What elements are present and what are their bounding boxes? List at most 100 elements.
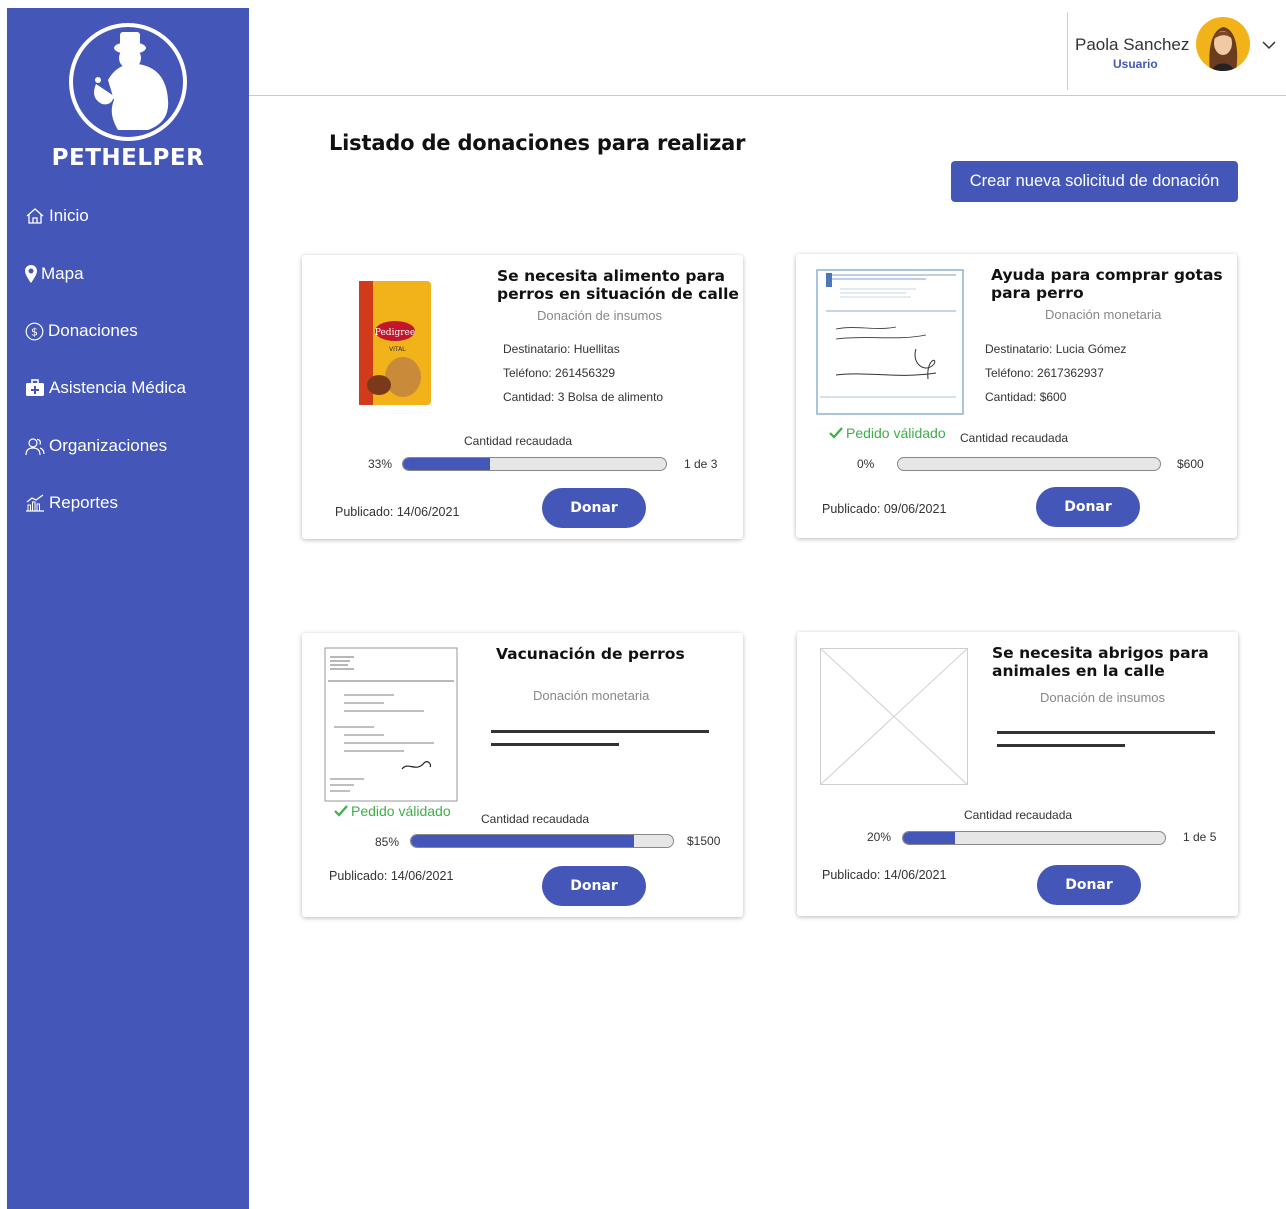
create-donation-request-button[interactable]: Crear nueva solicitud de donación	[951, 161, 1238, 202]
users-icon	[25, 437, 45, 455]
user-role: Usuario	[1113, 57, 1158, 71]
brand-name: PETHELPER	[51, 145, 205, 171]
card-title-line: perros en situación de calle	[497, 285, 739, 303]
sidebar-item-reportes[interactable]: Reportes	[25, 493, 118, 513]
placeholder-line	[491, 730, 709, 733]
map-pin-icon	[25, 265, 37, 283]
card-title-line: Se necesita alimento para	[497, 267, 726, 285]
sidebar-item-asistencia-medica[interactable]: Asistencia Médica	[25, 378, 186, 398]
top-bar: Paola Sanchez Usuario	[249, 8, 1286, 96]
donation-type: Donación de insumos	[537, 308, 663, 323]
card-title-line: animales en la calle	[992, 662, 1165, 680]
progress-goal: $600	[1177, 457, 1204, 471]
donation-card: Pedigree VITAL Se necesita alimento para…	[302, 255, 743, 539]
validated-badge: Pedido válidado	[829, 425, 946, 441]
card-title-line: Se necesita abrigos para	[992, 644, 1209, 662]
progress-percent: 20%	[867, 830, 892, 844]
check-icon	[829, 427, 843, 439]
sidebar-item-organizaciones[interactable]: Organizaciones	[25, 436, 167, 456]
check-icon	[334, 805, 348, 817]
sidebar-item-label: Organizaciones	[49, 436, 168, 455]
svg-text:Pedigree: Pedigree	[375, 328, 415, 338]
recipient: Destinatario: Huellitas	[503, 342, 620, 356]
donate-button[interactable]: Donar	[1036, 487, 1140, 527]
page-title: Listado de donaciones para realizar	[329, 131, 746, 155]
divider	[1067, 12, 1068, 90]
card-title: Vacunación de perros	[496, 645, 685, 663]
donation-card: Se necesita abrigos para animales en la …	[797, 632, 1238, 916]
progress-bar	[902, 831, 1166, 845]
sidebar: PETHELPER Inicio Mapa $ Donaciones Asist…	[7, 8, 249, 1209]
donate-button[interactable]: Donar	[542, 866, 646, 906]
raised-label: Cantidad recaudada	[464, 434, 573, 448]
donate-button[interactable]: Donar	[1037, 865, 1141, 905]
progress-fill	[903, 832, 956, 844]
user-photo-icon	[1209, 27, 1238, 71]
donation-type: Donación de insumos	[1040, 690, 1166, 705]
progress-bar	[402, 457, 667, 471]
sidebar-item-label: Mapa	[41, 264, 84, 283]
published-date: Publicado: 14/06/2021	[335, 505, 460, 519]
published-date: Publicado: 09/06/2021	[822, 502, 947, 516]
sidebar-item-mapa[interactable]: Mapa	[25, 264, 84, 284]
donation-type: Donación monetaria	[1045, 307, 1162, 322]
sidebar-item-label: Reportes	[49, 493, 118, 512]
dollar-circle-icon: $	[25, 322, 44, 340]
user-name: Paola Sanchez	[1075, 35, 1190, 54]
progress-goal: $1500	[687, 834, 721, 848]
validated-label: Pedido válidado	[351, 803, 451, 819]
chevron-down-icon[interactable]	[1261, 40, 1277, 50]
raised-label: Cantidad recaudada	[960, 431, 1069, 445]
svg-text:VITAL: VITAL	[389, 346, 406, 353]
published-date: Publicado: 14/06/2021	[822, 868, 947, 882]
card-title: Se necesita abrigos para animales en la …	[992, 644, 1209, 680]
progress-percent: 33%	[368, 457, 393, 471]
chart-icon	[26, 494, 44, 512]
placeholder-line	[997, 731, 1215, 734]
donation-card: Vacunación de perros Donación monetaria …	[302, 633, 743, 917]
sidebar-item-label: Asistencia Médica	[49, 378, 187, 397]
card-title-line: Ayuda para comprar gotas	[991, 266, 1223, 284]
window-frame	[0, 0, 1286, 8]
validated-badge: Pedido válidado	[334, 803, 451, 819]
sidebar-item-label: Inicio	[49, 206, 89, 225]
recipient: Destinatario: Lucia Gómez	[985, 342, 1127, 356]
card-title: Se necesita alimento para perros en situ…	[497, 267, 739, 303]
progress-goal: 1 de 5	[1183, 830, 1217, 844]
progress-percent: 85%	[375, 835, 400, 849]
progress-fill	[403, 458, 490, 470]
sidebar-item-label: Donaciones	[48, 321, 138, 340]
sidebar-item-donaciones[interactable]: $ Donaciones	[25, 321, 138, 341]
card-title-line: para perro	[991, 284, 1084, 302]
medical-kit-icon	[26, 379, 44, 396]
card-title-line: Vacunación de perros	[496, 645, 685, 663]
donation-card: Ayuda para comprar gotas para perro Dona…	[796, 254, 1237, 538]
phone: Teléfono: 261456329	[503, 366, 616, 380]
progress-bar	[897, 457, 1161, 471]
quantity: Cantidad: $600	[985, 390, 1067, 404]
progress-bar	[410, 834, 674, 848]
donate-button[interactable]: Donar	[542, 488, 646, 528]
progress-fill	[411, 835, 634, 847]
prescription-image	[324, 647, 458, 802]
svg-text:$: $	[31, 325, 38, 338]
pethelper-logo-icon	[69, 23, 187, 141]
home-icon	[26, 208, 44, 224]
validated-label: Pedido válidado	[846, 425, 946, 441]
placeholder-line	[997, 744, 1125, 747]
sidebar-item-inicio[interactable]: Inicio	[25, 206, 89, 226]
published-date: Publicado: 14/06/2021	[329, 869, 454, 883]
phone: Teléfono: 2617362937	[985, 366, 1104, 380]
card-title: Ayuda para comprar gotas para perro	[991, 266, 1223, 302]
donation-type: Donación monetaria	[533, 688, 650, 703]
prescription-image	[816, 269, 964, 415]
raised-label: Cantidad recaudada	[481, 812, 590, 826]
raised-label: Cantidad recaudada	[964, 808, 1073, 822]
image-placeholder-icon	[820, 648, 968, 785]
quantity: Cantidad: 3 Bolsa de alimento	[503, 390, 664, 404]
brand-logo[interactable]: PETHELPER	[7, 22, 249, 171]
progress-percent: 0%	[857, 457, 875, 471]
dog-food-bag-image: Pedigree VITAL	[359, 281, 431, 405]
placeholder-line	[491, 743, 619, 746]
avatar[interactable]	[1196, 17, 1250, 71]
